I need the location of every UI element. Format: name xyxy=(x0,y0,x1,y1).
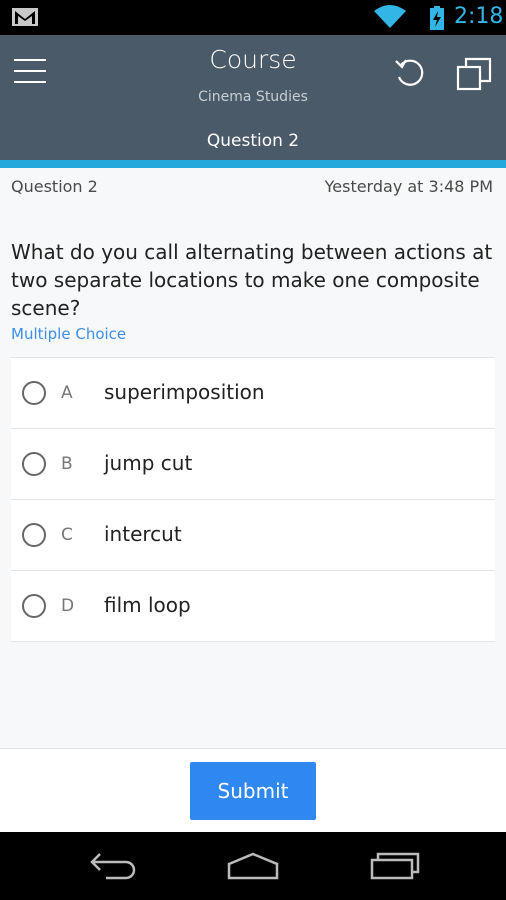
page-title: Course xyxy=(209,45,297,74)
page-subtitle: Cinema Studies xyxy=(198,89,308,105)
answer-options: A superimposition B jump cut C intercut … xyxy=(11,357,495,642)
radio-button[interactable] xyxy=(22,594,46,618)
question-number: Question 2 xyxy=(11,177,98,196)
footer: Submit xyxy=(0,748,506,832)
tab-question[interactable]: Question 2 xyxy=(0,131,506,151)
option-b[interactable]: B jump cut xyxy=(11,429,495,500)
option-text: film loop xyxy=(104,593,191,617)
option-letter: C xyxy=(61,525,73,545)
status-time: 2:18 xyxy=(454,4,504,29)
refresh-icon[interactable] xyxy=(393,55,429,91)
option-text: superimposition xyxy=(104,380,265,404)
question-timestamp: Yesterday at 3:48 PM xyxy=(324,177,493,196)
option-letter: D xyxy=(61,596,75,616)
radio-button[interactable] xyxy=(22,523,46,547)
windows-icon[interactable] xyxy=(456,57,492,93)
gmail-icon xyxy=(12,8,38,26)
question-type: Multiple Choice xyxy=(11,325,127,343)
option-letter: B xyxy=(61,454,73,474)
system-nav-bar xyxy=(0,832,506,900)
question-text: What do you call alternating between act… xyxy=(11,240,493,320)
option-text: jump cut xyxy=(104,451,193,475)
status-bar: 2:18 xyxy=(0,0,506,35)
accent-bar xyxy=(0,160,506,168)
option-d[interactable]: D film loop xyxy=(11,571,495,642)
wifi-icon xyxy=(374,5,406,28)
radio-button[interactable] xyxy=(22,381,46,405)
option-a[interactable]: A superimposition xyxy=(11,358,495,429)
home-icon[interactable] xyxy=(225,850,281,882)
option-text: intercut xyxy=(104,522,182,546)
option-c[interactable]: C intercut xyxy=(11,500,495,571)
radio-button[interactable] xyxy=(22,452,46,476)
back-icon[interactable] xyxy=(88,850,138,882)
app-header: Course Cinema Studies Question 2 xyxy=(0,35,506,160)
option-letter: A xyxy=(61,383,73,403)
submit-button[interactable]: Submit xyxy=(190,762,316,820)
battery-charging-icon xyxy=(430,6,444,30)
recents-icon[interactable] xyxy=(370,850,420,882)
